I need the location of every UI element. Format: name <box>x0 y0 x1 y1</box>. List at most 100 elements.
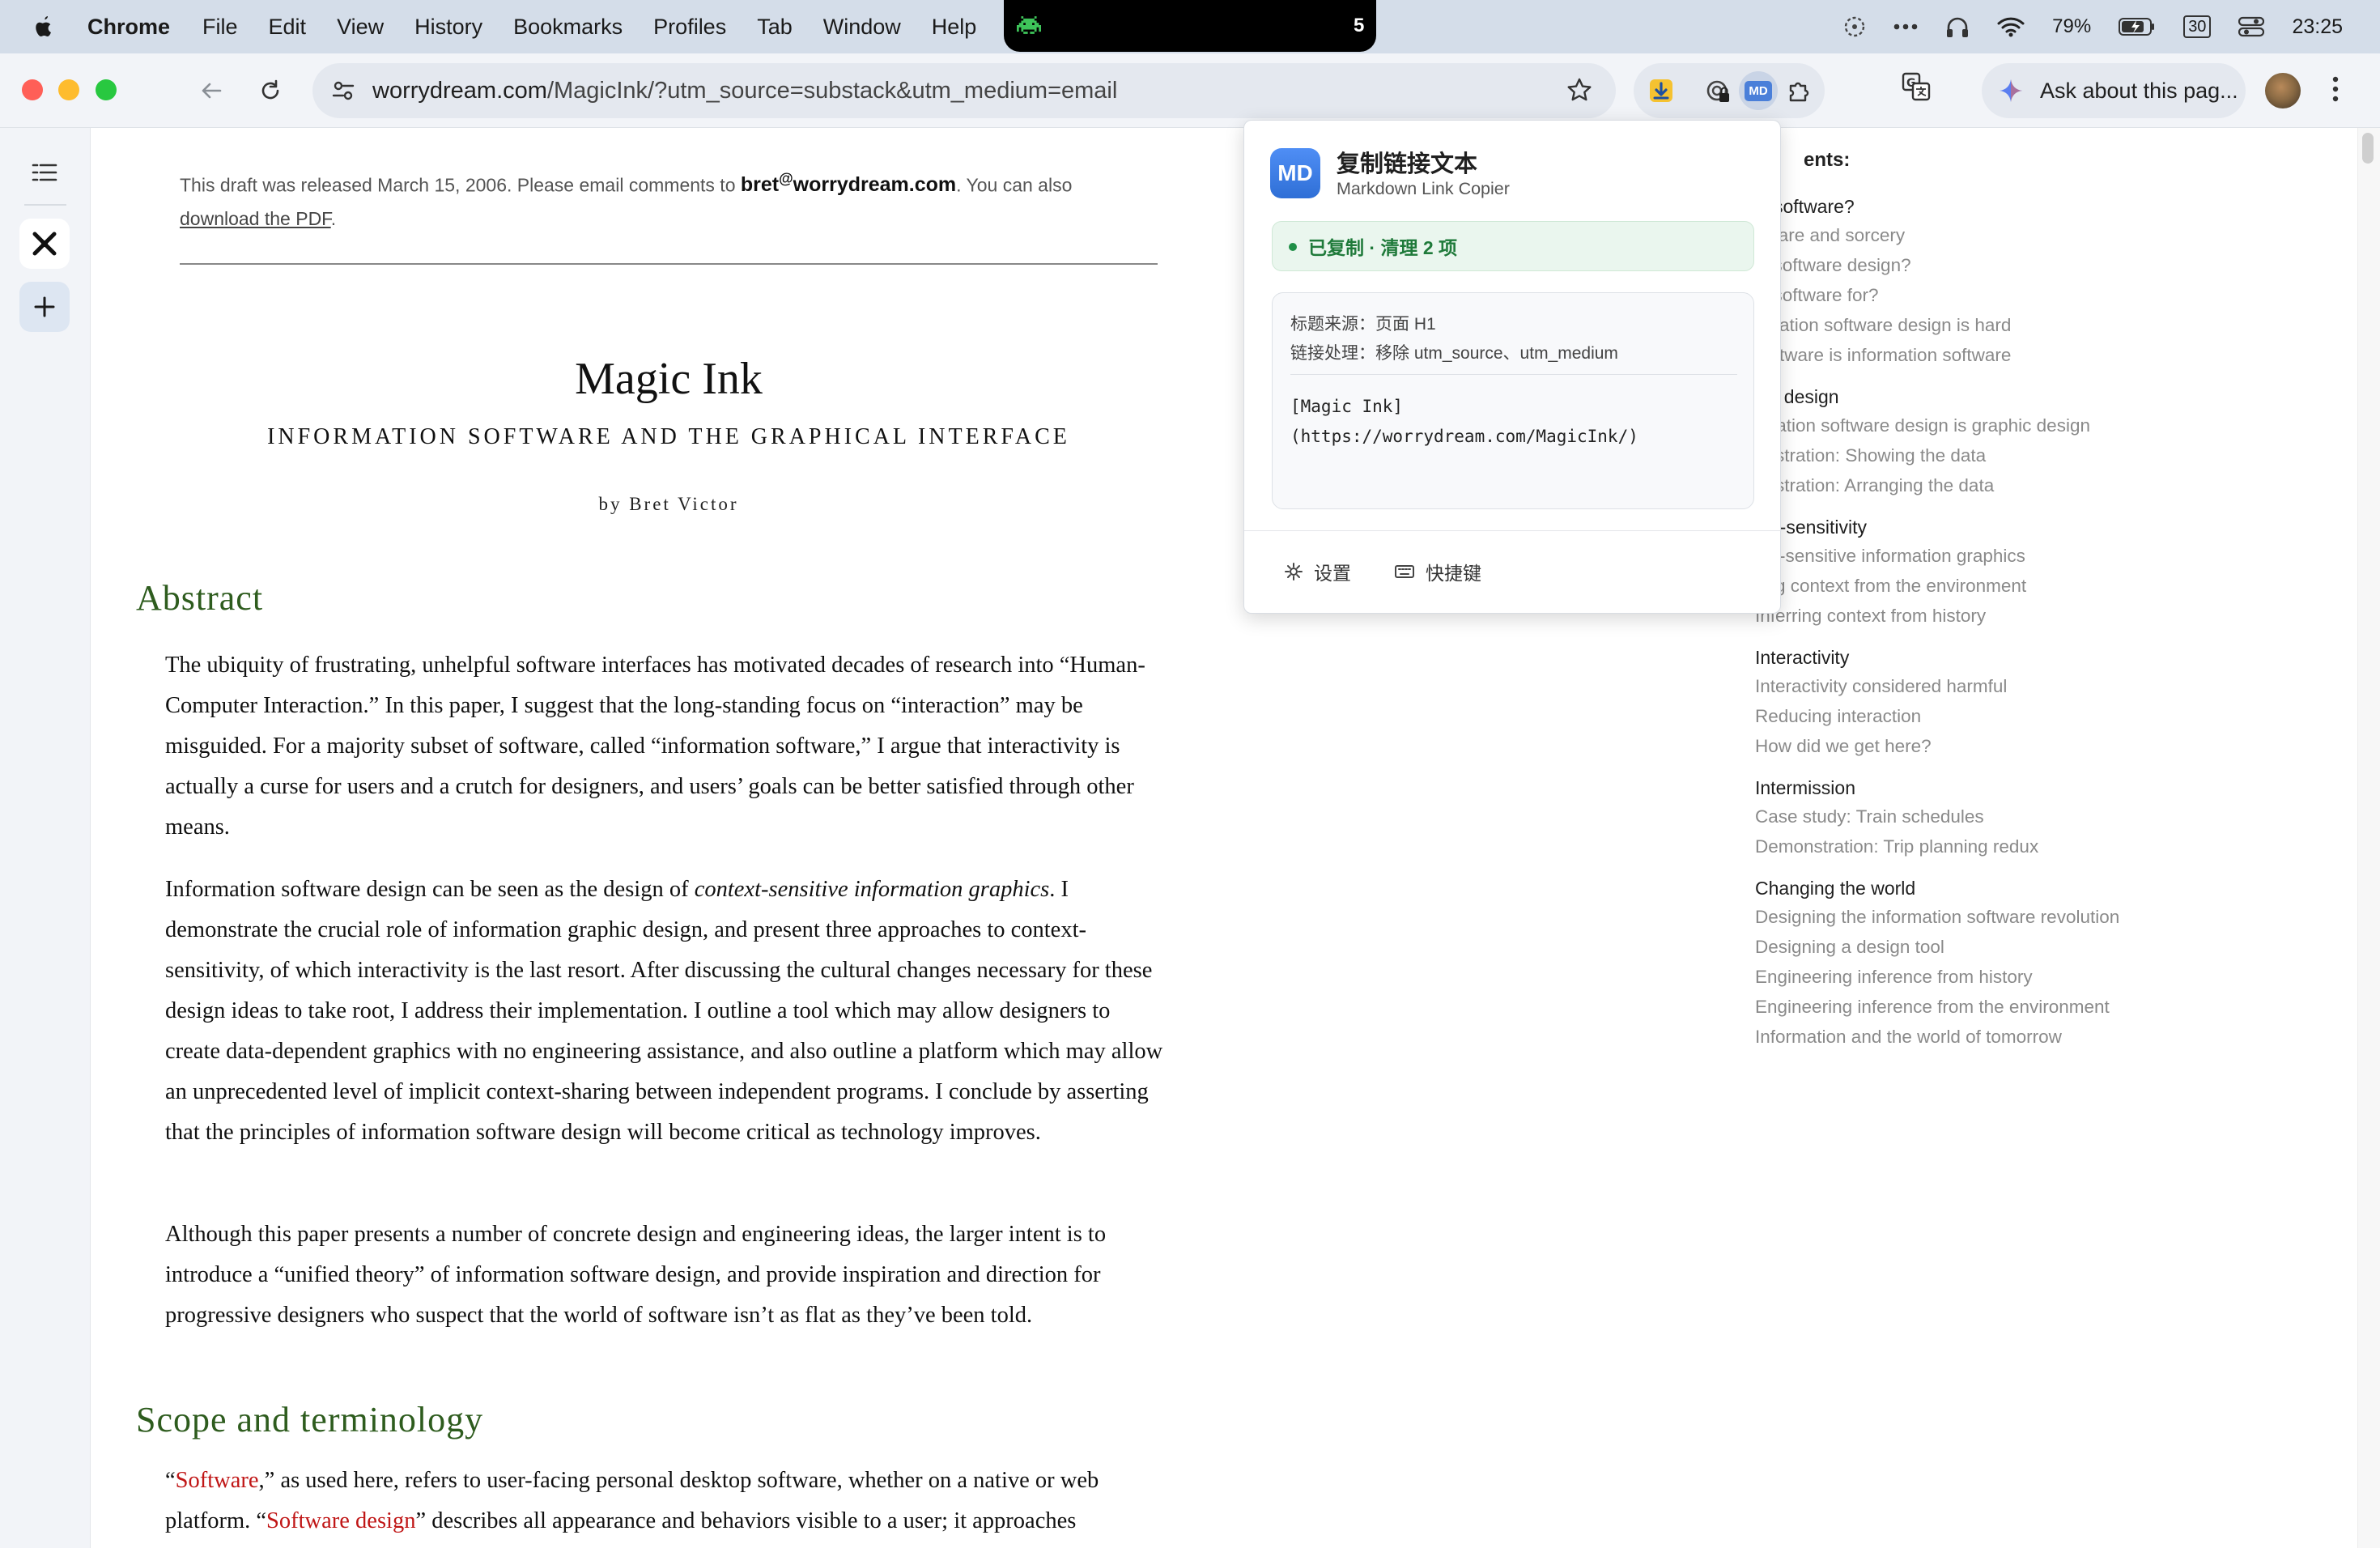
scrollbar-thumb[interactable] <box>2362 133 2374 164</box>
toc-link[interactable]: Reducing interaction <box>1755 706 2322 736</box>
toc-section[interactable]: Intermission <box>1755 777 2322 806</box>
shortcuts-button[interactable]: 快捷键 <box>1395 558 1481 585</box>
title-source-info: 标题来源：页面 H1 <box>1290 315 1436 334</box>
toc-link[interactable]: ext-sensitive information graphics <box>1755 546 2322 576</box>
toc-link[interactable]: Interactivity considered harmful <box>1755 676 2322 706</box>
toc-link[interactable]: software is information software <box>1755 345 2322 375</box>
toc-link[interactable]: Designing the information software revol… <box>1755 907 2322 937</box>
toc-section[interactable]: hic design <box>1755 386 2322 415</box>
apple-logo-icon[interactable] <box>32 14 55 40</box>
side-panel-app-button[interactable] <box>19 219 70 269</box>
success-dot-icon <box>1289 243 1297 251</box>
translate-button[interactable]: G <box>1901 71 1932 106</box>
p2-text-b: . I demonstrate the crucial role of info… <box>165 877 1163 1145</box>
toc-link[interactable]: Information and the world of tomorrow <box>1755 1027 2322 1057</box>
wifi-icon[interactable] <box>1997 16 2025 37</box>
menu-edit[interactable]: Edit <box>269 15 307 40</box>
page-subtitle: INFORMATION SOFTWARE AND THE GRAPHICAL I… <box>267 424 1070 449</box>
address-bar[interactable]: worrydream.com/MagicInk/?utm_source=subs… <box>312 63 1616 118</box>
camera-notch: 5 <box>1004 0 1376 52</box>
minimize-window-button[interactable] <box>58 79 79 100</box>
toc-link[interactable]: Engineering inference from history <box>1755 967 2322 997</box>
toc-link[interactable]: Engineering inference from the environme… <box>1755 997 2322 1027</box>
toc-heading: ents: <box>1804 149 1851 171</box>
menu-window[interactable]: Window <box>823 15 901 40</box>
headphones-icon[interactable] <box>1945 15 1970 38</box>
menu-tab[interactable]: Tab <box>757 15 793 40</box>
toc-section[interactable]: Interactivity <box>1755 647 2322 676</box>
extension-markdown-link-copier[interactable]: MD <box>1739 71 1778 110</box>
close-window-button[interactable] <box>22 79 43 100</box>
more-icon[interactable] <box>1893 23 1918 30</box>
email-domain: worrydream.com <box>793 173 957 197</box>
toc-link[interactable]: onstration: Arranging the data <box>1755 475 2322 505</box>
translate-icon: G <box>1902 72 1931 101</box>
toc-link[interactable]: How did we get here? <box>1755 736 2322 766</box>
menu-file[interactable]: File <box>202 15 238 40</box>
menu-help[interactable]: Help <box>932 15 977 40</box>
control-center-icon[interactable] <box>2238 16 2265 37</box>
toc-link[interactable]: rmation software design is graphic desig… <box>1755 415 2322 445</box>
browser-toolbar: worrydream.com/MagicInk/?utm_source=subs… <box>0 53 2380 128</box>
draft-notice: This draft was released March 15, 2006. … <box>180 162 1184 236</box>
settings-label: 设置 <box>1314 563 1351 584</box>
screen-recording-icon[interactable] <box>1843 15 1866 38</box>
toc-link[interactable]: onstration: Showing the data <box>1755 445 2322 475</box>
toc-section[interactable]: ext-sensitivity <box>1755 517 2322 546</box>
extension-password[interactable] <box>1698 71 1737 110</box>
site-settings-icon[interactable] <box>330 78 356 104</box>
menu-view[interactable]: View <box>337 15 384 40</box>
bookmark-star-icon[interactable] <box>1566 76 1593 104</box>
toc-link[interactable]: pulation software design is hard <box>1755 315 2322 345</box>
status-text: 已复制 · 清理 2 项 <box>1308 237 1458 258</box>
toc-link[interactable]: ftware and sorcery <box>1755 225 2322 255</box>
download-pdf-link[interactable]: download the PDF <box>180 208 331 229</box>
url-host: worrydream.com <box>372 78 547 104</box>
arrow-left-icon <box>202 83 222 99</box>
menu-bookmarks[interactable]: Bookmarks <box>513 15 623 40</box>
extensions-menu-button[interactable] <box>1779 71 1818 110</box>
space-invader-icon[interactable] <box>1017 16 1041 34</box>
toc-list: is software? ftware and sorcery is softwa… <box>1755 196 2322 1057</box>
url-text[interactable]: worrydream.com/MagicInk/?utm_source=subs… <box>372 78 1117 104</box>
scrollbar-track[interactable] <box>2357 128 2380 1548</box>
side-panel-add-button[interactable] <box>19 282 70 332</box>
clock[interactable]: 23:25 <box>2292 15 2343 39</box>
toc-link[interactable]: Designing a design tool <box>1755 937 2322 967</box>
chrome-menu-button[interactable] <box>2331 74 2340 108</box>
email-address[interactable]: bret@worrydream.com <box>741 171 957 197</box>
heading-scope: Scope and terminology <box>136 1400 484 1440</box>
plus-icon <box>34 296 55 317</box>
copied-result-box[interactable]: 标题来源：页面 H1 链接处理：移除 utm_source、utm_medium… <box>1272 292 1754 509</box>
reload-button[interactable] <box>251 71 290 110</box>
draft-text: This draft was released March 15, 2006. … <box>180 174 741 196</box>
toc-link[interactable]: Case study: Train schedules <box>1755 806 2322 836</box>
term-software-design: Software design <box>266 1508 416 1533</box>
side-panel-toggle-button[interactable] <box>19 147 70 198</box>
profile-avatar[interactable] <box>2265 73 2301 108</box>
url-path: /MagicInk/?utm_source=substack&utm_mediu… <box>546 78 1118 104</box>
popup-subtitle: Markdown Link Copier <box>1337 179 1510 198</box>
menu-profiles[interactable]: Profiles <box>653 15 726 40</box>
toc-link[interactable]: is software for? <box>1755 285 2322 315</box>
menu-history[interactable]: History <box>414 15 482 40</box>
notch-counter: 5 <box>1354 15 1365 36</box>
back-button[interactable] <box>192 71 231 110</box>
toc-link[interactable]: ring context from the environment <box>1755 576 2322 606</box>
toc-section[interactable]: Changing the world <box>1755 878 2322 907</box>
toc-section[interactable]: is software? <box>1755 196 2322 225</box>
calendar-date-badge[interactable]: 30 <box>2183 15 2212 38</box>
abstract-paragraph-1: The ubiquity of frustrating, unhelpful s… <box>165 653 1145 840</box>
toc-link[interactable]: Inferring context from history <box>1755 606 2322 636</box>
toc-link[interactable]: Demonstration: Trip planning redux <box>1755 836 2322 866</box>
settings-button[interactable]: 设置 <box>1285 558 1351 585</box>
ask-about-page-button[interactable]: Ask about this pag... <box>1982 63 2246 118</box>
app-menu-chrome[interactable]: Chrome <box>87 15 170 40</box>
toc-link[interactable]: is software design? <box>1755 255 2322 285</box>
side-panel-rail <box>0 128 91 1548</box>
markdown-output[interactable]: [Magic Ink] (https://worrydream.com/Magi… <box>1290 392 1638 452</box>
heading-abstract: Abstract <box>136 578 264 618</box>
maximize-window-button[interactable] <box>96 79 117 100</box>
battery-icon[interactable] <box>2119 17 2156 36</box>
extension-download[interactable] <box>1642 71 1681 110</box>
